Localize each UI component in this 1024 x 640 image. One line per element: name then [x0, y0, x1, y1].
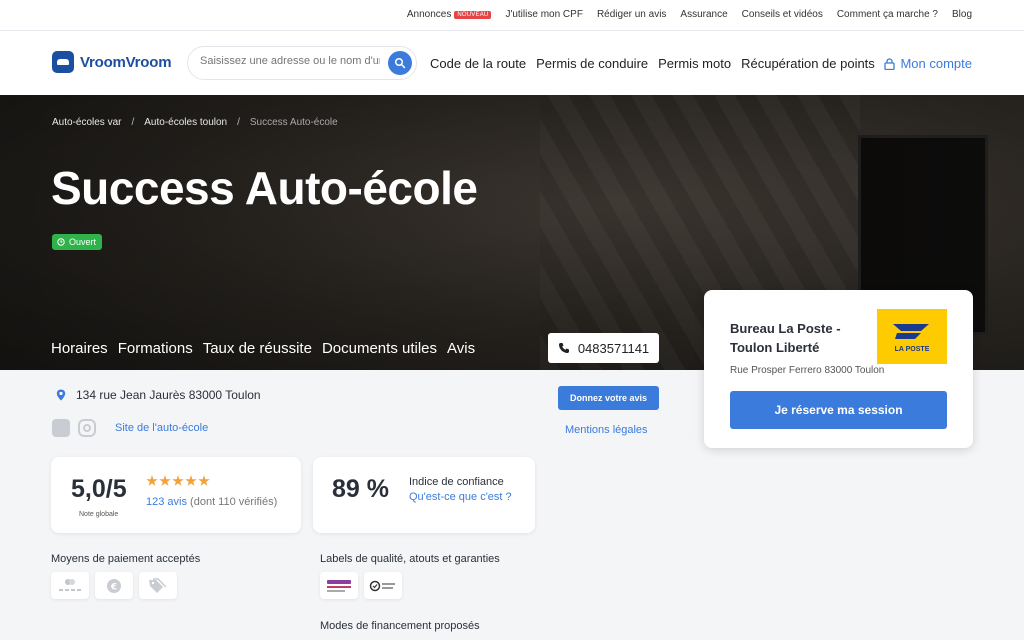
utility-link-annonces[interactable]: Annonces NOUVEAU [407, 9, 492, 20]
status-label: Ouvert [69, 237, 97, 247]
exam-center-name: Bureau La Poste - Toulon Liberté [730, 321, 841, 355]
page-title: Success Auto-école [51, 162, 478, 214]
quality-labels [320, 572, 402, 599]
exam-center-address: Rue Prosper Ferrero 83000 Toulon [730, 365, 885, 376]
review-count-label: 123 avis [146, 496, 187, 508]
payment-methods: € [51, 572, 177, 599]
labels-title: Labels de qualité, atouts et garanties [320, 553, 500, 565]
search-box [187, 46, 417, 80]
main-nav: Code de la route Permis de conduire Perm… [430, 56, 875, 71]
tab-horaires[interactable]: Horaires [51, 340, 108, 357]
trust-percent: 89 % [332, 475, 389, 503]
utility-link-review[interactable]: Rédiger un avis [597, 9, 666, 20]
utility-link-blog[interactable]: Blog [952, 9, 972, 20]
tab-taux-reussite[interactable]: Taux de réussite [203, 340, 312, 357]
status-badge: Ouvert [52, 234, 103, 250]
book-session-button[interactable]: Je réserve ma session [730, 391, 947, 429]
logo-text: VroomVroom [80, 53, 172, 71]
utility-link-how-it-works[interactable]: Comment ça marche ? [837, 9, 938, 20]
utility-link-advice[interactable]: Conseils et vidéos [742, 9, 823, 20]
lock-icon [884, 57, 896, 70]
star-icon [172, 475, 184, 486]
clock-icon [57, 238, 65, 246]
rating-score: 5,0/5 [71, 475, 127, 503]
nav-recuperation-points[interactable]: Récupération de points [741, 56, 875, 71]
qualiopi-label-icon [320, 572, 358, 599]
search-button[interactable] [388, 51, 412, 75]
breadcrumb-separator: / [237, 117, 240, 128]
car-logo-icon [52, 51, 74, 73]
euro-icon: € [95, 572, 133, 599]
star-icon [146, 475, 158, 486]
star-icon [159, 475, 171, 486]
tab-formations[interactable]: Formations [118, 340, 193, 357]
search-icon [394, 57, 406, 69]
breadcrumb-separator: / [131, 117, 135, 128]
payment-methods-title: Moyens de paiement acceptés [51, 553, 201, 565]
tab-documents[interactable]: Documents utiles [322, 340, 437, 357]
financial-guarantee-icon [364, 572, 402, 599]
breadcrumb-var[interactable]: Auto-écoles var [52, 117, 121, 128]
review-count[interactable]: 123 avis (dont 110 vérifiés) [146, 496, 277, 508]
top-utility-bar: Annonces NOUVEAU J'utilise mon CPF Rédige… [0, 0, 1024, 31]
legal-mentions-link[interactable]: Mentions légales [565, 424, 648, 436]
search-input[interactable] [200, 55, 380, 67]
la-poste-logo-text: LA POSTE [894, 346, 930, 353]
website-link[interactable]: Site de l'auto-école [115, 422, 208, 434]
la-poste-bird-icon [893, 324, 929, 339]
breadcrumb-toulon[interactable]: Auto-écoles toulon [144, 117, 227, 128]
nav-code-route[interactable]: Code de la route [430, 56, 526, 71]
nav-permis-conduire[interactable]: Permis de conduire [536, 56, 648, 71]
verified-count: (dont 110 vérifiés) [190, 496, 278, 508]
facebook-icon[interactable] [52, 419, 70, 437]
utility-links: Annonces NOUVEAU J'utilise mon CPF Rédige… [407, 9, 972, 20]
section-tabs: Horaires Formations Taux de réussite Doc… [51, 340, 475, 357]
trust-info-link[interactable]: Qu'est-ce que c'est ? [409, 491, 512, 503]
trust-card: 89 % Indice de confiance Qu'est-ce que c… [313, 457, 535, 533]
social-links [52, 419, 96, 437]
utility-link-insurance[interactable]: Assurance [680, 9, 727, 20]
annonces-label: Annonces [406, 9, 452, 20]
svg-text:€: € [110, 582, 117, 592]
new-badge: NOUVEAU [454, 11, 492, 19]
breadcrumb-current: Success Auto-école [249, 117, 338, 128]
financing-title: Modes de financement proposés [320, 620, 480, 632]
address-text: 134 rue Jean Jaurès 83000 Toulon [76, 388, 261, 402]
star-icon [198, 475, 210, 486]
credit-card-icon [51, 572, 89, 599]
rating-score-label: Note globale [79, 511, 119, 518]
booking-card: Bureau La Poste - Toulon Liberté LA POST… [704, 290, 973, 448]
la-poste-logo: LA POSTE [877, 309, 947, 364]
breadcrumb: Auto-écoles var / Auto-écoles toulon / S… [52, 117, 338, 128]
account-link[interactable]: Mon compte [884, 56, 972, 71]
location-pin-icon [56, 389, 66, 401]
logo[interactable]: VroomVroom [52, 51, 172, 73]
utility-link-cpf[interactable]: J'utilise mon CPF [505, 9, 583, 20]
main-header: VroomVroom Code de la route Permis de co… [0, 31, 1024, 95]
phone-icon [558, 343, 569, 353]
star-rating [146, 475, 210, 487]
rating-card: 5,0/5 Note globale 123 avis (dont 110 vé… [51, 457, 301, 533]
address-row: 134 rue Jean Jaurès 83000 Toulon [56, 388, 261, 402]
trust-label: Indice de confiance [409, 476, 504, 488]
phone-button[interactable]: 0483571141 [548, 333, 659, 363]
tag-icon [139, 572, 177, 599]
star-icon [185, 475, 197, 486]
nav-permis-moto[interactable]: Permis moto [658, 56, 731, 71]
account-label: Mon compte [900, 56, 972, 71]
give-review-button[interactable]: Donnez votre avis [558, 386, 659, 410]
phone-number: 0483571141 [577, 340, 650, 356]
instagram-icon[interactable] [78, 419, 96, 437]
tab-avis[interactable]: Avis [447, 340, 475, 357]
